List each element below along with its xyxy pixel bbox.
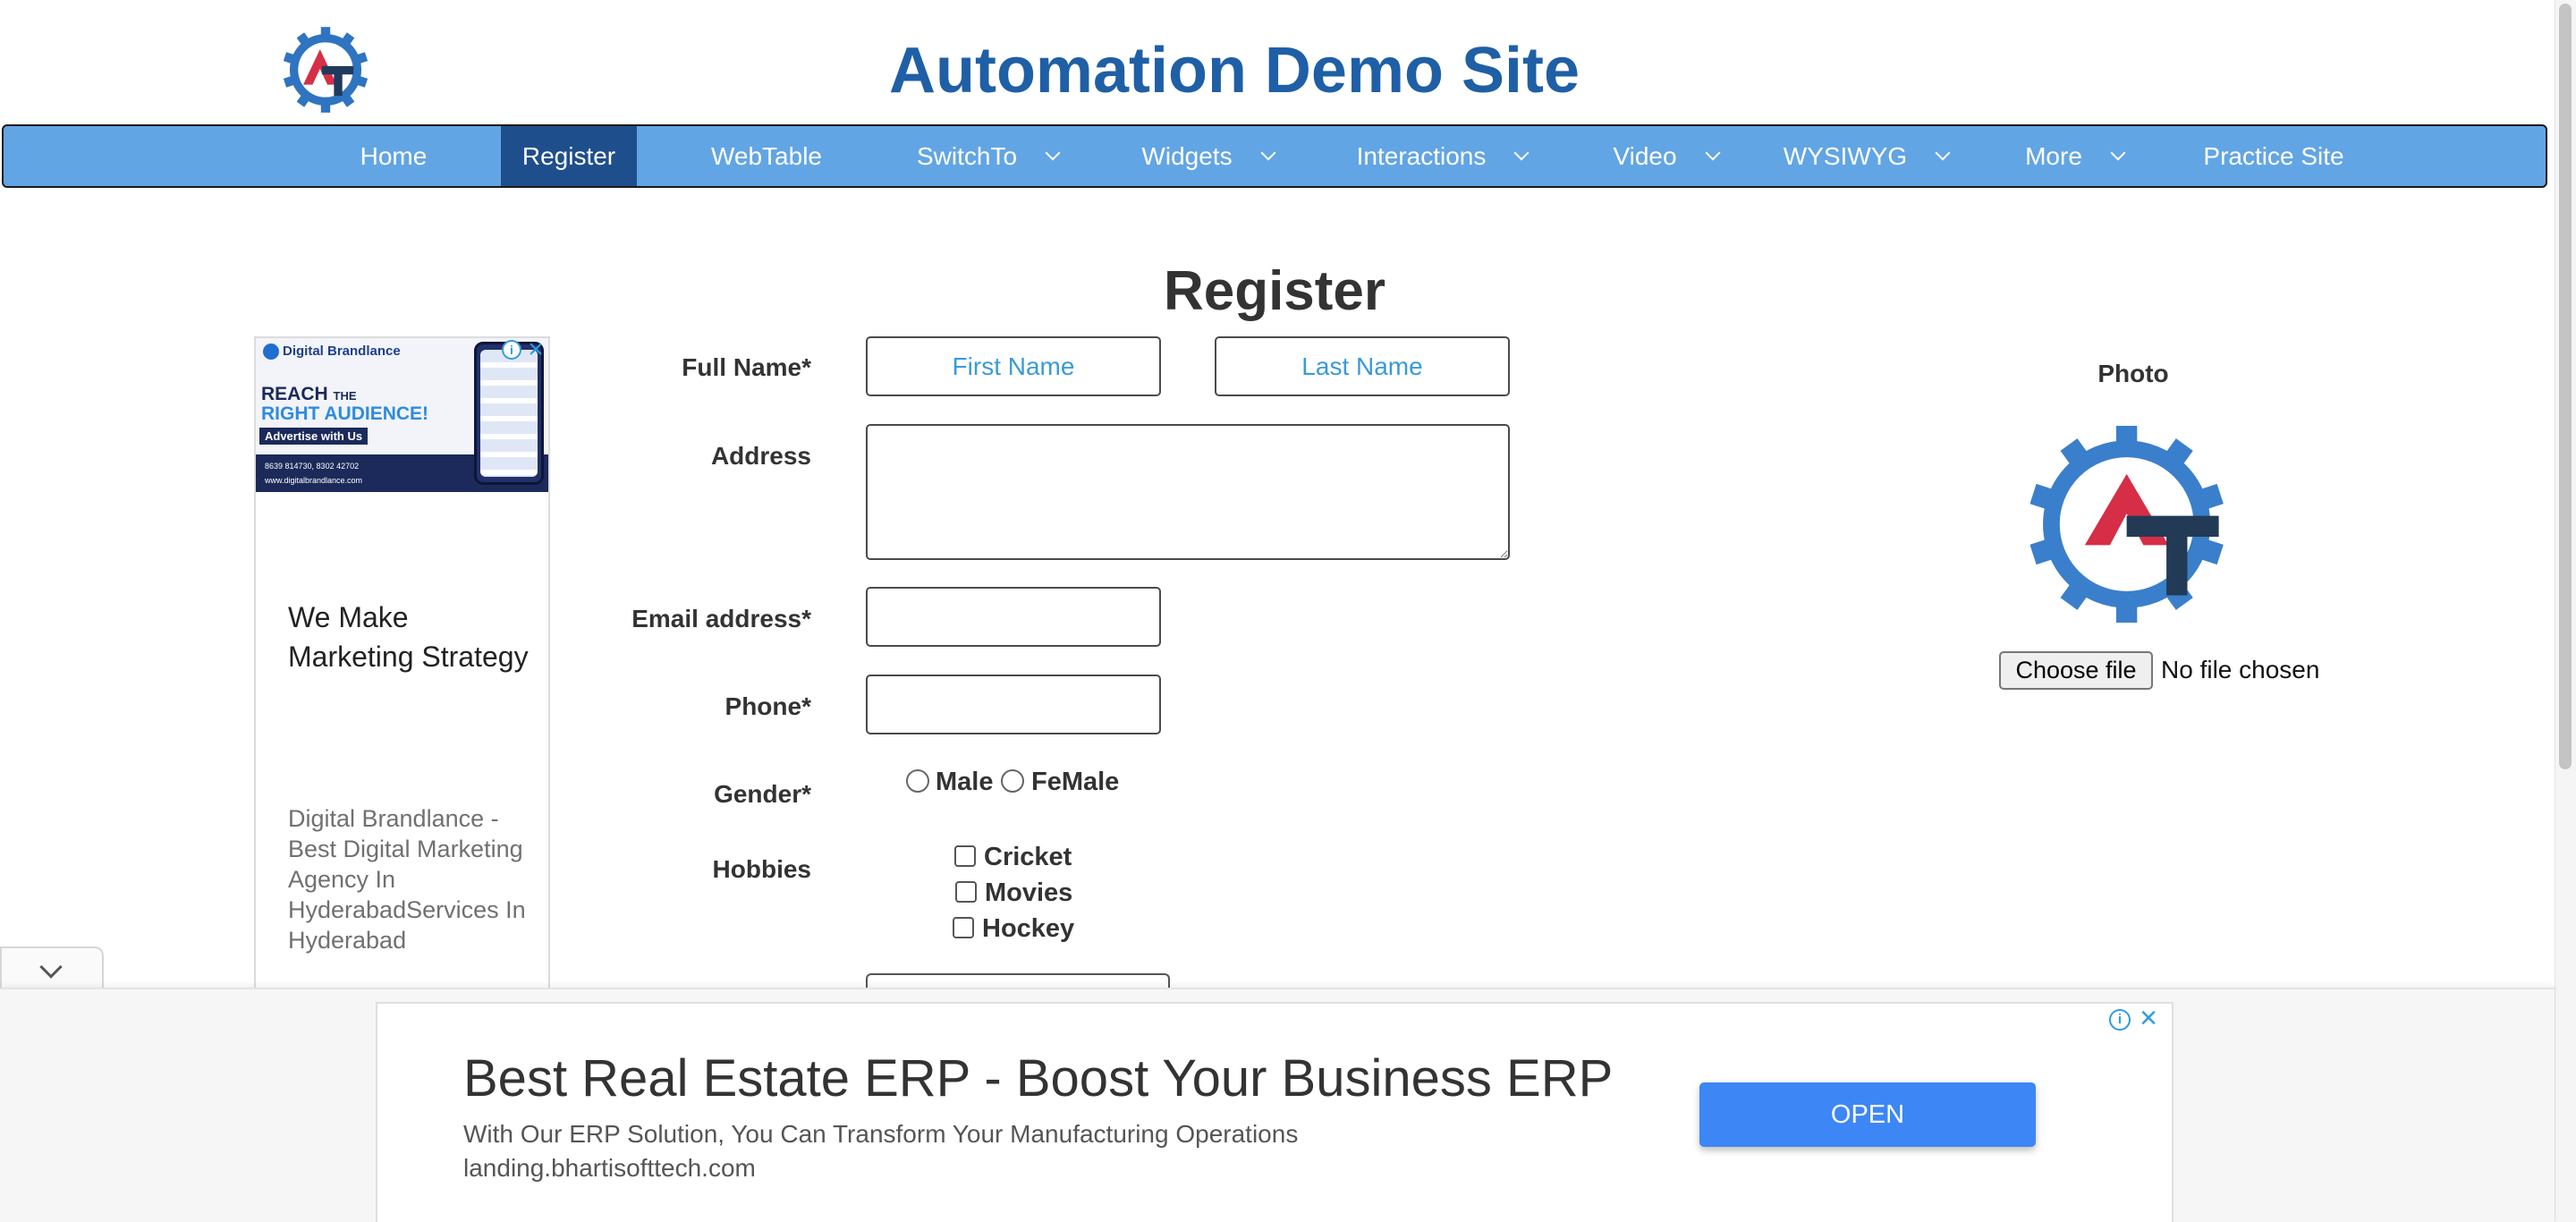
scrollbar-thumb[interactable] xyxy=(2559,4,2572,769)
nav-register[interactable]: Register xyxy=(501,126,637,186)
hobby-movies-checkbox[interactable] xyxy=(955,881,977,903)
gender-female-radio[interactable] xyxy=(1001,769,1024,793)
email-label: Email address* xyxy=(631,605,811,632)
side-ad-brand-label: Digital Brandlance xyxy=(283,343,401,359)
hobby-hockey-label[interactable]: Hockey xyxy=(982,914,1074,944)
hobby-hockey-checkbox[interactable] xyxy=(953,917,974,938)
gender-female-label[interactable]: FeMale xyxy=(1031,768,1119,797)
address-label: Address xyxy=(710,442,811,470)
side-ad-audience: RIGHT AUDIENCE! xyxy=(261,403,429,424)
nav-interactions[interactable]: Interactions xyxy=(1333,126,1551,186)
chevron-down-icon xyxy=(1513,145,1530,160)
nav-home[interactable]: Home xyxy=(288,126,499,186)
full-name-label: Full Name* xyxy=(682,353,811,381)
choose-file-button[interactable]: Choose file xyxy=(1999,651,2153,690)
chevron-down-icon xyxy=(1935,145,1951,160)
photo-label: Photo xyxy=(2097,360,2169,387)
bottom-ad-description: With Our ERP Solution, You Can Transform… xyxy=(463,1120,1299,1148)
nav-wysiwyg[interactable]: WYSIWYG xyxy=(1771,126,1961,186)
bottom-ad-container: Best Real Estate ERP - Boost Your Busine… xyxy=(0,988,2555,1222)
nav-video[interactable]: Video xyxy=(1585,126,1746,186)
ad-info-icon[interactable]: i xyxy=(2109,1009,2131,1031)
profile-photo-logo-icon xyxy=(2030,426,2224,623)
nav-practice-site[interactable]: Practice Site xyxy=(2184,126,2363,186)
site-title: Automation Demo Site xyxy=(888,35,1580,106)
nav-webtable[interactable]: WebTable xyxy=(665,126,868,186)
nav-wysiwyg-label: WYSIWYG xyxy=(1783,141,1908,170)
gender-label: Gender* xyxy=(714,780,811,808)
side-ad-banner-image[interactable]: Digital Brandlance REACH THE RIGHT AUDIE… xyxy=(256,338,548,492)
address-textarea[interactable] xyxy=(866,424,1510,560)
bottom-advertisement[interactable]: Best Real Estate ERP - Boost Your Busine… xyxy=(376,1002,2174,1222)
side-ad-description[interactable]: Digital Brandlance - Best Digital Market… xyxy=(288,803,530,955)
side-ad-reach-word: REACH xyxy=(261,384,328,404)
ad-collapse-toggle[interactable] xyxy=(0,946,104,989)
nav-switchto[interactable]: SwitchTo xyxy=(898,126,1077,186)
nav-more-label: More xyxy=(2025,141,2082,170)
nav-widgets[interactable]: Widgets xyxy=(1118,126,1297,186)
nav-switchto-label: SwitchTo xyxy=(916,141,1018,170)
nav-video-label: Video xyxy=(1613,141,1677,170)
side-ad-cta: Advertise with Us xyxy=(259,428,369,445)
chevron-down-icon xyxy=(2110,145,2126,160)
gender-male-radio[interactable] xyxy=(906,769,929,793)
chevron-down-icon xyxy=(1045,145,1061,160)
nav-practice-site-label: Practice Site xyxy=(2203,141,2344,170)
nav-home-label: Home xyxy=(360,141,428,170)
side-ad-the-word: THE xyxy=(333,389,357,403)
side-advertisement[interactable]: Digital Brandlance REACH THE RIGHT AUDIE… xyxy=(254,336,550,993)
chevron-down-icon xyxy=(1705,145,1721,160)
main-navbar: Home Register WebTable SwitchTo Widgets … xyxy=(2,124,2547,188)
page-scrollbar[interactable] xyxy=(2555,0,2576,1222)
ad-close-icon[interactable]: × xyxy=(2136,1003,2161,1033)
side-ad-contact: 8639 814730, 8302 42702 xyxy=(265,462,360,471)
hobby-cricket-checkbox[interactable] xyxy=(954,845,976,867)
bottom-ad-title[interactable]: Best Real Estate ERP - Boost Your Busine… xyxy=(463,1048,1613,1108)
side-ad-brand: Digital Brandlance xyxy=(263,344,401,360)
nav-more[interactable]: More xyxy=(2000,126,2148,186)
bottom-ad-open-button[interactable]: OPEN xyxy=(1699,1082,2036,1147)
side-ad-website: www.digitalbrandlance.com xyxy=(265,476,363,485)
nav-register-label: Register xyxy=(521,141,616,170)
phone-label: Phone* xyxy=(724,692,811,720)
last-name-input[interactable] xyxy=(1215,336,1510,396)
nav-interactions-label: Interactions xyxy=(1356,141,1487,170)
first-name-input[interactable] xyxy=(866,336,1161,396)
hobby-cricket-label[interactable]: Cricket xyxy=(984,843,1072,872)
phone-input[interactable] xyxy=(866,675,1161,734)
chevron-down-icon xyxy=(39,955,63,979)
file-status-text: No file chosen xyxy=(2161,656,2320,683)
email-input[interactable] xyxy=(866,587,1161,647)
hobby-movies-label[interactable]: Movies xyxy=(985,878,1072,908)
gender-male-label[interactable]: Male xyxy=(936,768,993,797)
chevron-down-icon xyxy=(1260,145,1276,160)
hobbies-label: Hobbies xyxy=(712,855,811,883)
nav-webtable-label: WebTable xyxy=(710,141,822,170)
bottom-ad-url[interactable]: landing.bhartisofttech.com xyxy=(463,1154,756,1183)
side-ad-headline[interactable]: We Make Marketing Strategy xyxy=(288,598,530,676)
brand-logo-icon xyxy=(263,344,279,360)
register-heading: Register xyxy=(1163,260,1386,322)
nav-widgets-label: Widgets xyxy=(1141,141,1233,170)
